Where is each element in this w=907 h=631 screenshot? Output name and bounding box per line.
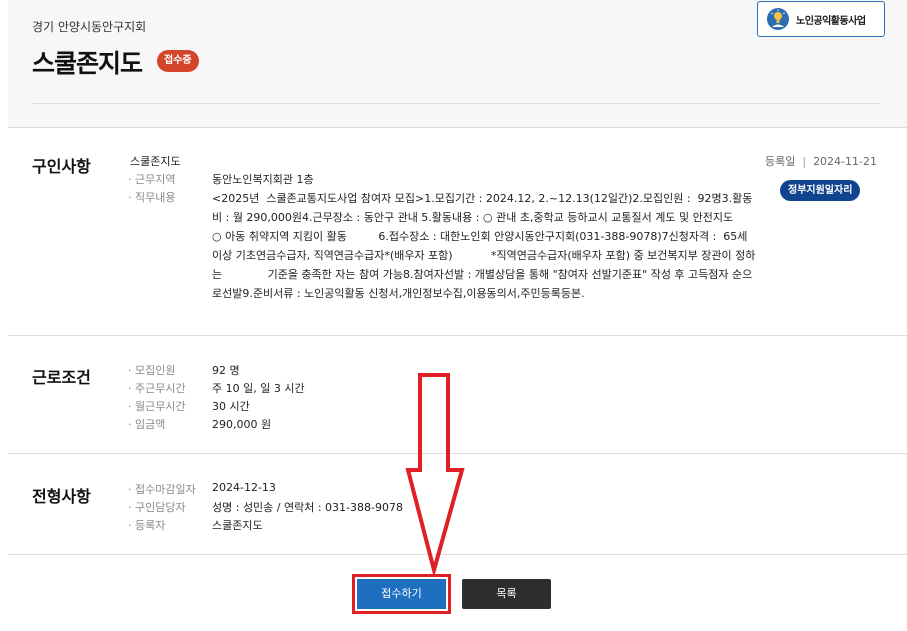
row-label: · 등록자 xyxy=(128,519,166,532)
registration-date: 등록일 | 2024-11-21 xyxy=(765,153,877,169)
bulb-person-icon xyxy=(766,7,790,31)
reg-label: 등록일 xyxy=(764,155,796,168)
row-label: · 구인담당자 xyxy=(128,501,186,514)
row-label: · 근무지역 xyxy=(128,173,176,186)
wage: 290,000 원 xyxy=(212,418,272,431)
contact-person: 성명 : 성민송 / 연락처 : 031-388-9078 xyxy=(212,501,403,514)
row-label: · 월근무시간 xyxy=(128,400,186,413)
row-label: · 주근무시간 xyxy=(128,382,186,395)
row-label: · 직무내용 xyxy=(128,191,176,204)
job-description: <2025년 스쿨존교통지도사업 참여자 모집>1.모집기간 : 2024.12… xyxy=(212,192,783,300)
section-title-recruit: 구인사항 xyxy=(32,157,91,176)
reg-separator: | xyxy=(802,155,807,168)
work-location: 동안노인복지회관 1층 xyxy=(212,173,314,186)
row-label: · 접수마감일자 xyxy=(128,483,196,496)
monthly-hours: 30 시간 xyxy=(212,400,250,413)
row-label: · 임금액 xyxy=(128,418,166,431)
section-title-conditions: 근로조건 xyxy=(32,368,91,387)
program-type-label: 노인공익활동사업 xyxy=(796,15,866,27)
section-divider xyxy=(8,127,907,128)
company-name: 스쿨존지도 xyxy=(130,155,181,168)
weekly-hours: 주 10 일, 일 3 시간 xyxy=(212,382,305,395)
recruit-count: 92 명 xyxy=(212,364,240,377)
section-divider xyxy=(8,335,907,336)
registrant: 스쿨존지도 xyxy=(212,519,263,532)
row-label: · 모집인원 xyxy=(128,364,176,377)
org-name: 경기 안양시동안구지회 xyxy=(32,20,147,34)
program-type-button[interactable]: 노인공익활동사업 xyxy=(757,1,885,37)
reg-date-value: 2024-11-21 xyxy=(813,155,877,168)
list-button[interactable]: 목록 xyxy=(462,579,551,609)
page-title: 스쿨존지도 xyxy=(32,49,143,78)
deadline: 2024-12-13 xyxy=(212,481,276,494)
header-divider xyxy=(32,103,881,104)
gov-support-badge: 정부지원일자리 xyxy=(780,180,861,201)
annotation-arrow-icon xyxy=(405,373,465,575)
section-title-selection: 전형사항 xyxy=(32,487,91,506)
apply-button[interactable]: 접수하기 xyxy=(357,579,446,609)
status-badge: 접수중 xyxy=(157,50,199,72)
